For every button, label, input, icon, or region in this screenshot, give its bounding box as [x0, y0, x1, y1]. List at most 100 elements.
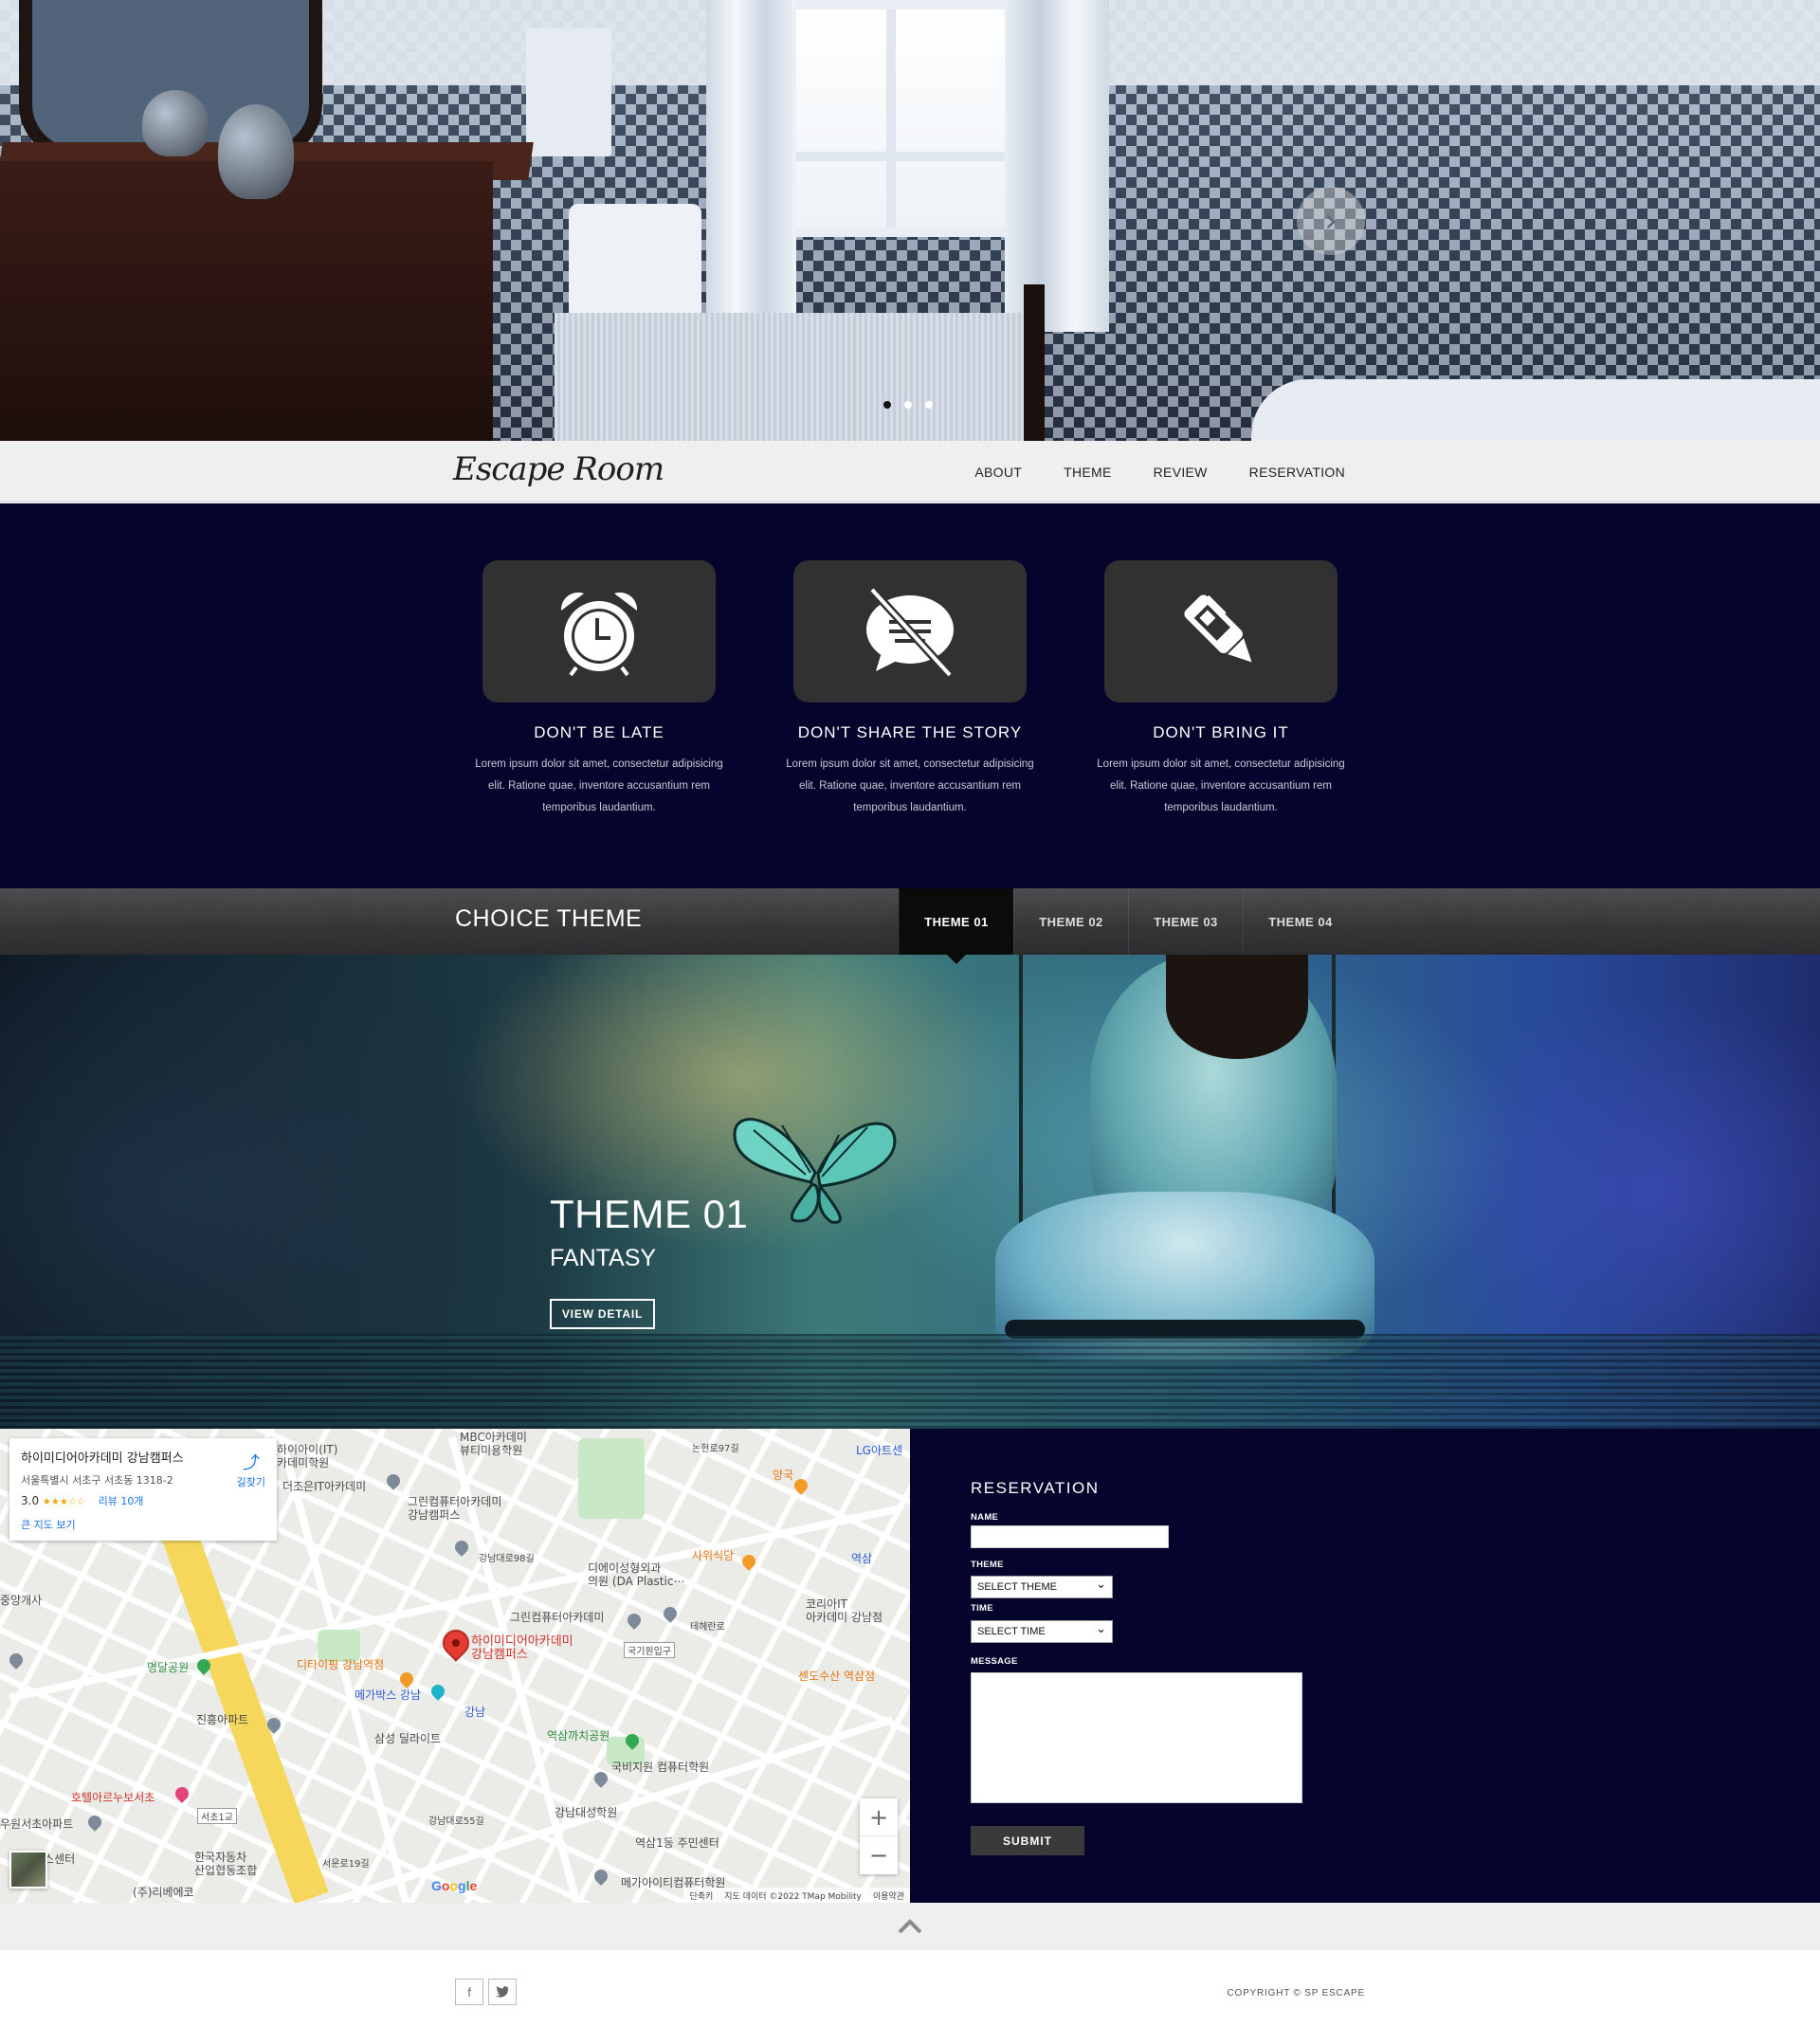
map-attribution: 단축키 지도 데이터 ©2022 TMap Mobility 이용약관	[683, 1888, 910, 1903]
map-label: 그린컴퓨터아카데미	[510, 1611, 605, 1624]
map-label: 역삼1동 주민센터	[635, 1836, 719, 1850]
hero-slider: ›	[0, 0, 1820, 441]
slider-dot-1[interactable]	[883, 401, 891, 409]
map-label: 역삼	[851, 1552, 873, 1565]
nav-item-about[interactable]: ABOUT	[974, 465, 1022, 480]
theme-select[interactable]: SELECT THEME	[971, 1576, 1113, 1598]
name-input[interactable]	[971, 1525, 1169, 1548]
section-title: CHOICE THEME	[455, 905, 643, 932]
name-label: NAME	[971, 1512, 999, 1523]
hero-toilet	[569, 204, 701, 327]
hero-curtain-right	[1005, 0, 1109, 332]
terms-link[interactable]: 이용약관	[873, 1889, 904, 1902]
nav-item-theme[interactable]: THEME	[1064, 465, 1112, 480]
google-logo: Google	[431, 1878, 478, 1893]
theme-showcase: THEME 01 FANTASY VIEW DETAIL	[0, 955, 1820, 1429]
rating-value: 3.0	[21, 1494, 40, 1507]
directions-button[interactable]: ⤴ 길찾기	[237, 1450, 265, 1489]
satellite-toggle[interactable]	[9, 1851, 47, 1889]
hero-bathtub	[1251, 379, 1820, 441]
rules-section: DON'T BE LATE Lorem ipsum dolor sit amet…	[0, 503, 1820, 888]
map-label: 강남대성학원	[555, 1806, 618, 1819]
map-label: 진흥아파트	[196, 1713, 249, 1726]
place-address: 서울특별시 서초구 서초동 1318-2	[21, 1474, 173, 1487]
theme-genre: FANTASY	[550, 1245, 657, 1271]
slider-dot-3[interactable]	[925, 401, 933, 409]
map-label: 센도수산 역삼점	[798, 1670, 876, 1683]
slider-dot-2[interactable]	[904, 401, 912, 409]
footer: f COPYRIGHT © SP ESCAPE	[0, 1950, 1820, 2044]
rule-card: DON'T SHARE THE STORY Lorem ipsum dolor …	[777, 560, 1043, 819]
directions-icon: ⤴	[242, 1453, 260, 1473]
theme-figure-hair	[1166, 955, 1308, 1059]
no-talking-icon	[866, 586, 954, 679]
theme-tabs-bar: CHOICE THEME THEME 01 THEME 02 THEME 03 …	[0, 888, 1820, 964]
rule-icon-box	[793, 560, 1027, 703]
back-to-top-bar	[0, 1903, 1820, 1950]
rule-icon-box	[482, 560, 716, 703]
rating-stars-icon: ★★★☆☆	[42, 1497, 85, 1507]
alarm-clock-icon	[560, 592, 638, 677]
map-data-credit: 지도 데이터 ©2022 TMap Mobility	[724, 1891, 862, 1902]
slider-dots	[883, 401, 933, 409]
tab-theme-01[interactable]: THEME 01	[899, 888, 1013, 964]
reservation-form: RESERVATION NAME THEME SELECT THEME TIME…	[910, 1429, 1820, 1903]
time-label: TIME	[971, 1603, 993, 1614]
logo[interactable]: Escape Room	[453, 450, 664, 488]
map-label: 우원서초아파트	[0, 1817, 74, 1831]
rule-title: DON'T BE LATE	[534, 723, 664, 741]
butterfly-icon	[733, 1118, 897, 1224]
map-label: 그린컴퓨터아카데미 강남캠퍼스	[408, 1495, 502, 1522]
location-map[interactable]: MBC아카데미 뷰티미용학원 하이아이(IT) 카데미학원 더조은IT아카데미 …	[0, 1429, 910, 1903]
large-map-link[interactable]: 큰 지도 보기	[21, 1517, 265, 1532]
zoom-out-button[interactable]: −	[860, 1836, 898, 1874]
tab-theme-03[interactable]: THEME 03	[1128, 888, 1243, 955]
map-label: LG아트센	[856, 1444, 903, 1457]
view-detail-button[interactable]: VIEW DETAIL	[550, 1299, 655, 1329]
map-label: 호텔아르누보서초	[71, 1791, 155, 1804]
copyright: COPYRIGHT © SP ESCAPE	[1227, 1988, 1365, 1998]
tab-theme-04[interactable]: THEME 04	[1243, 888, 1357, 955]
nav-item-review[interactable]: REVIEW	[1154, 465, 1208, 480]
message-label: MESSAGE	[971, 1656, 1018, 1667]
slider-next-button[interactable]: ›	[1297, 187, 1365, 255]
time-select[interactable]: SELECT TIME	[971, 1620, 1113, 1643]
water-reflection	[0, 1334, 1820, 1429]
nav-item-reservation[interactable]: RESERVATION	[1249, 465, 1345, 480]
tab-theme-02[interactable]: THEME 02	[1013, 888, 1128, 955]
map-label: 양국	[773, 1469, 794, 1482]
shortcuts-link[interactable]: 단축키	[689, 1889, 713, 1902]
main-nav: Escape Room ABOUT THEME REVIEW RESERVATI…	[0, 441, 1820, 502]
submit-button[interactable]: SUBMIT	[971, 1826, 1084, 1855]
social-links: f	[455, 1979, 517, 2005]
map-label: 역삼까치공원	[547, 1729, 610, 1743]
hero-vase	[142, 90, 209, 156]
map-label: 메가박스 강남	[355, 1688, 422, 1702]
chevron-up-icon[interactable]	[898, 1919, 922, 1934]
message-textarea[interactable]	[971, 1672, 1302, 1803]
hero-bed	[555, 313, 1038, 441]
hero-dresser	[0, 161, 493, 441]
map-label: 사위식당	[692, 1549, 735, 1562]
map-label: 테헤란로	[690, 1622, 725, 1633]
marker-label: 하이미디어아카데미 강남캠퍼스	[471, 1634, 573, 1662]
hero-curtain-left	[706, 0, 796, 322]
rule-title: DON'T BRING IT	[1153, 723, 1289, 741]
map-label: 논현로97길	[692, 1444, 739, 1454]
theme-caption: THEME 01 FANTASY VIEW DETAIL	[550, 1192, 748, 1329]
map-park	[578, 1438, 645, 1519]
map-label: 디타이핑 강남역점	[297, 1658, 385, 1671]
chevron-right-icon: ›	[1324, 202, 1338, 240]
zoom-in-button[interactable]: +	[860, 1798, 898, 1836]
twitter-icon[interactable]	[488, 1979, 517, 2005]
rule-title: DON'T SHARE THE STORY	[797, 723, 1023, 741]
nav-menu: ABOUT THEME REVIEW RESERVATION	[974, 441, 1345, 502]
hero-window	[787, 0, 1019, 237]
rule-text: Lorem ipsum dolor sit amet, consectetur …	[475, 758, 723, 813]
facebook-icon[interactable]: f	[455, 1979, 483, 2005]
map-label: 코리아IT 아카데미 강남점	[806, 1597, 883, 1624]
reviews-link[interactable]: 리뷰 10개	[99, 1495, 144, 1507]
reservation-title: RESERVATION	[971, 1479, 1100, 1497]
place-info-card: 하이미디어아카데미 강남캠퍼스 서울특별시 서초구 서초동 1318-2 3.0…	[9, 1438, 277, 1541]
twitter-bird-icon	[496, 1986, 509, 1998]
